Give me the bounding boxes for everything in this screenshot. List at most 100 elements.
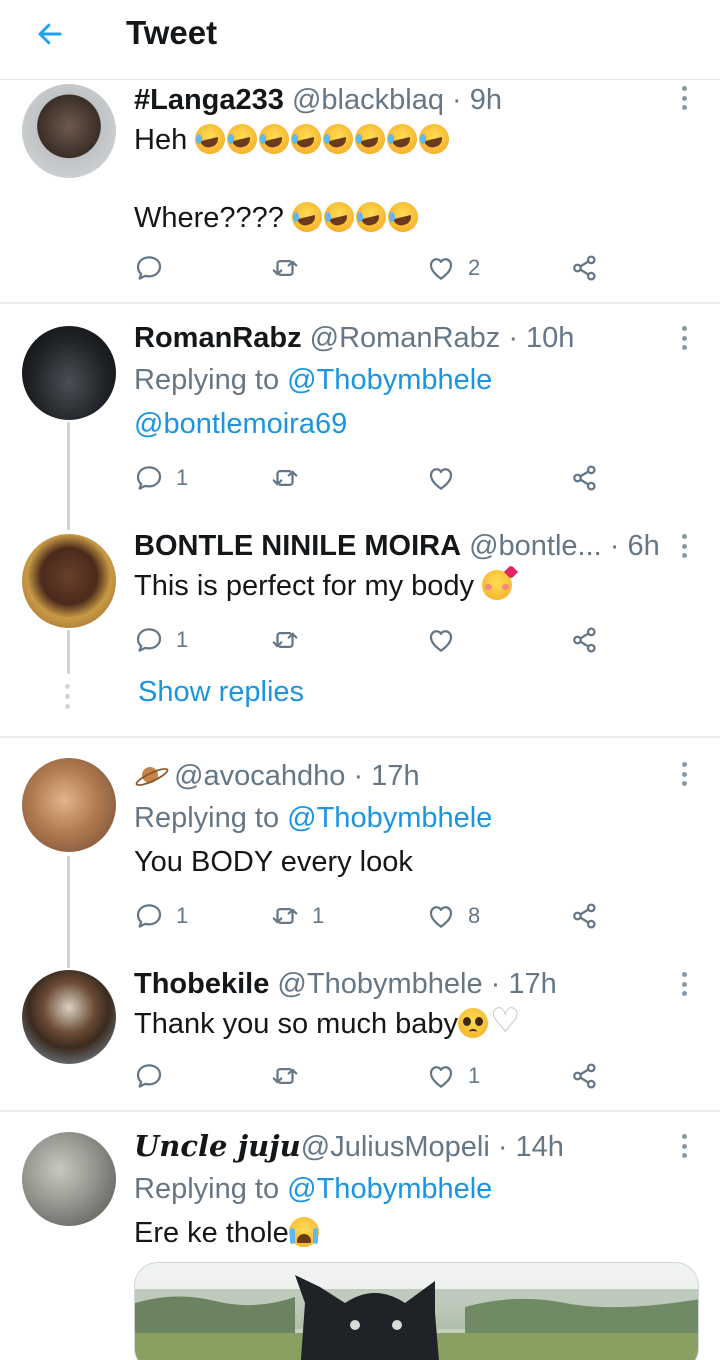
more-icon[interactable] <box>678 1134 690 1158</box>
retweet-icon <box>270 463 300 493</box>
tweet-actions: 1 <box>134 458 614 498</box>
like-icon <box>426 253 456 283</box>
author-handle[interactable]: @RomanRabz <box>310 322 501 354</box>
tweet-actions: 1 <box>134 1056 614 1096</box>
replying-to-label: Replying to <box>134 364 280 396</box>
retweet-button[interactable] <box>270 1056 312 1096</box>
mention-link[interactable]: @Thobymbhele <box>287 802 492 834</box>
tweet-card[interactable]: #Langa233 @blackblaq · 9h Heh Where???? … <box>0 80 720 302</box>
avatar[interactable] <box>22 758 116 852</box>
reply-icon <box>134 463 164 493</box>
tweet-card[interactable]: BONTLE NINILE MOIRA @bontle... · 6h This… <box>0 520 720 735</box>
back-button[interactable] <box>30 16 70 52</box>
tweet-text: Ere ke thole <box>134 1217 289 1249</box>
share-icon <box>570 625 600 655</box>
avatar[interactable] <box>22 326 116 420</box>
tweet-text: Where???? <box>134 202 284 234</box>
like-button[interactable]: 8 <box>426 896 480 936</box>
pleading-face-icon <box>458 1008 489 1038</box>
retweet-button[interactable] <box>270 248 312 288</box>
reply-icon <box>134 625 164 655</box>
tweet-time: · 6h <box>609 530 660 562</box>
share-icon <box>570 1061 600 1091</box>
tweet-card[interactable]: Thobekile @Thobymbhele · 17h Thank you s… <box>0 958 720 1108</box>
share-button[interactable] <box>570 620 600 660</box>
like-icon <box>426 463 456 493</box>
page-title: Tweet <box>126 14 218 51</box>
retweet-button[interactable] <box>270 458 312 498</box>
like-button[interactable]: 2 <box>426 248 480 288</box>
mention-link[interactable]: @Thobymbhele <box>287 364 492 396</box>
replying-to-label: Replying to <box>134 1173 280 1205</box>
avatar[interactable] <box>22 1132 116 1226</box>
avatar[interactable] <box>22 534 116 628</box>
share-button[interactable] <box>570 458 600 498</box>
thread-line <box>67 422 70 530</box>
laughing-emoji-icon <box>292 202 420 234</box>
tweet-time: · 17h <box>353 760 420 792</box>
more-icon[interactable] <box>678 762 690 786</box>
tweet-text: This is perfect for my body <box>134 570 475 602</box>
more-icon[interactable] <box>678 86 690 110</box>
author-handle[interactable]: @avocahdho <box>174 760 345 792</box>
author-name[interactable]: Uncle juju <box>134 1129 301 1163</box>
crying-face-icon <box>288 1217 319 1247</box>
retweet-icon <box>270 901 300 931</box>
back-arrow-icon <box>38 23 62 45</box>
show-replies-link[interactable]: Show replies <box>138 676 304 709</box>
reply-button[interactable]: 1 <box>134 896 188 936</box>
retweet-button[interactable]: 1 <box>270 896 324 936</box>
more-icon[interactable] <box>678 326 690 350</box>
avatar[interactable] <box>22 970 116 1064</box>
top-bar: Tweet <box>0 0 720 80</box>
tweet-text: Heh <box>134 124 188 156</box>
author-name[interactable]: BONTLE NINILE MOIRA <box>134 530 461 562</box>
like-button[interactable] <box>426 620 468 660</box>
white-heart-icon <box>490 1004 520 1038</box>
thread-line <box>67 856 70 968</box>
mention-link[interactable]: @Thobymbhele <box>287 1173 492 1205</box>
author-handle[interactable]: @bontle... <box>469 530 602 562</box>
retweet-button[interactable] <box>270 620 312 660</box>
more-icon[interactable] <box>678 972 690 996</box>
like-icon <box>426 1061 456 1091</box>
dog-photo <box>135 1275 698 1360</box>
reply-icon <box>134 253 164 283</box>
share-button[interactable] <box>570 1056 600 1096</box>
author-name[interactable]: #Langa233 <box>134 84 284 116</box>
tweet-time: · 9h <box>452 84 502 116</box>
share-button[interactable] <box>570 896 600 936</box>
author-name[interactable]: RomanRabz <box>134 322 302 354</box>
tweet-media-image[interactable] <box>134 1262 699 1360</box>
author-handle[interactable]: @blackblaq <box>292 84 444 116</box>
share-icon <box>570 463 600 493</box>
retweet-icon <box>270 1061 300 1091</box>
tweet-card[interactable]: @avocahdho · 17h Replying to @Thobymbhel… <box>0 738 720 948</box>
tweet-card[interactable]: RomanRabz @RomanRabz · 10h Replying to @… <box>0 304 720 504</box>
mention-link[interactable]: @bontlemoira69 <box>134 408 347 440</box>
reply-button[interactable] <box>134 248 176 288</box>
tweet-text: You BODY every look <box>134 846 413 878</box>
like-button[interactable] <box>426 458 468 498</box>
like-button[interactable]: 1 <box>426 1056 480 1096</box>
reply-button[interactable] <box>134 1056 176 1096</box>
tweet-actions: 2 <box>134 248 614 288</box>
laughing-emoji-icon <box>195 124 451 156</box>
replying-to-label: Replying to <box>134 802 280 834</box>
ringed-planet-icon <box>134 760 164 790</box>
more-icon[interactable] <box>678 534 690 558</box>
tweet-text: Thank you so much baby <box>134 1008 459 1040</box>
tweet-time: · 10h <box>508 322 575 354</box>
retweet-icon <box>270 253 300 283</box>
reply-button[interactable]: 1 <box>134 620 188 660</box>
tweet-actions: 1 1 8 <box>134 896 614 936</box>
share-icon <box>570 901 600 931</box>
author-handle[interactable]: @JuliusMopeli <box>301 1131 490 1163</box>
tweet-actions: 1 <box>134 620 614 660</box>
author-name[interactable]: Thobekile <box>134 968 269 1000</box>
share-button[interactable] <box>570 248 600 288</box>
author-handle[interactable]: @Thobymbhele <box>277 968 482 1000</box>
avatar[interactable] <box>22 84 116 178</box>
reply-button[interactable]: 1 <box>134 458 188 498</box>
tweet-time: · 17h <box>490 968 557 1000</box>
